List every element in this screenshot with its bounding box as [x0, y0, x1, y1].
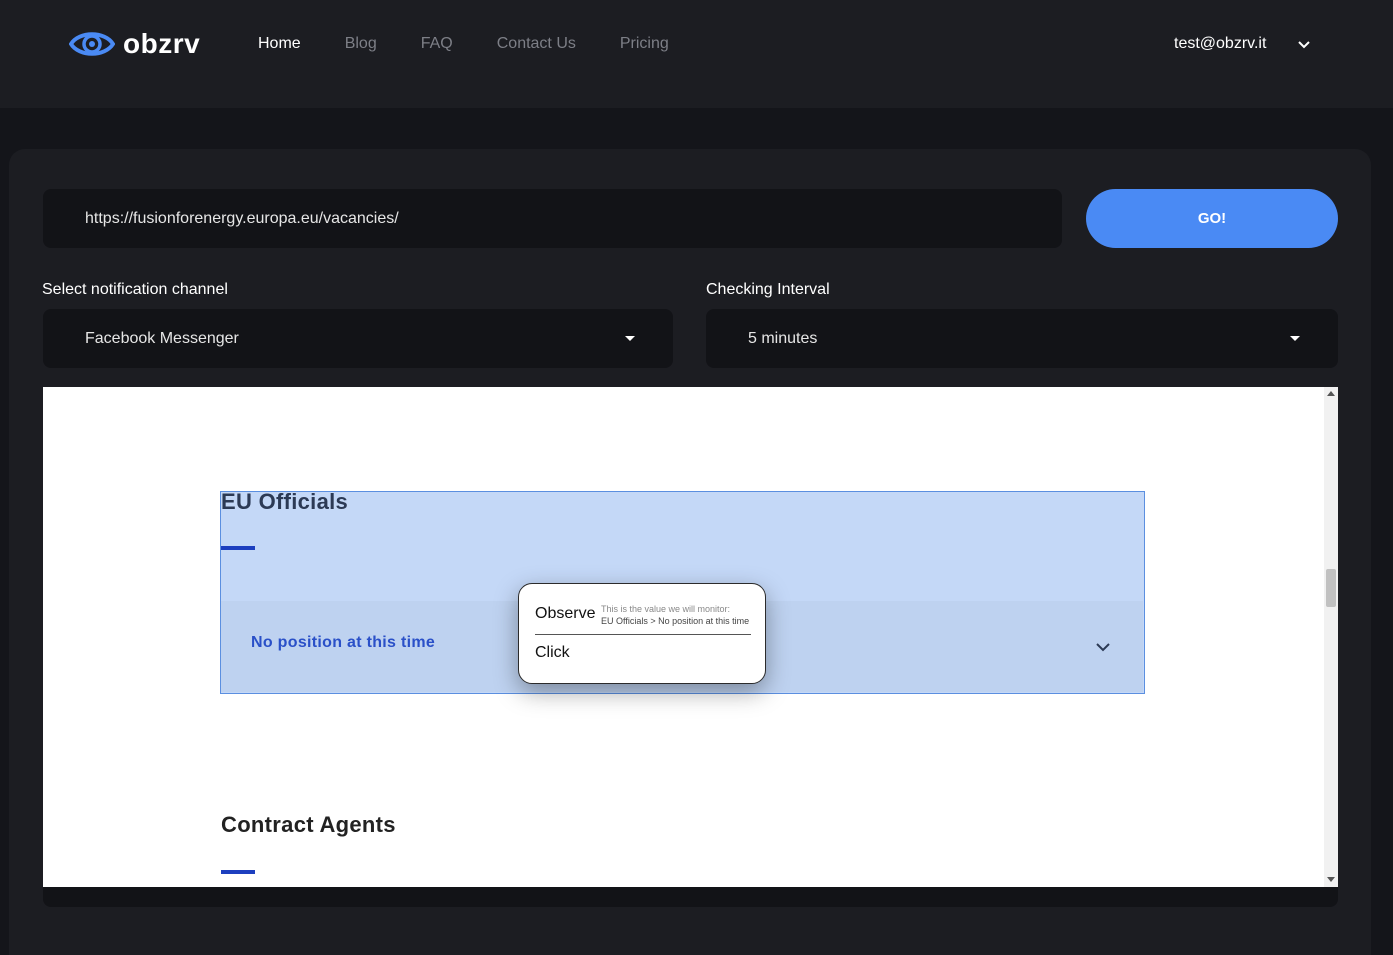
- caret-down-icon: [1290, 336, 1300, 341]
- preview-scrollbar[interactable]: [1324, 387, 1338, 887]
- nav-faq[interactable]: FAQ: [421, 34, 453, 54]
- popup-divider: [535, 634, 751, 635]
- interval-select-value: 5 minutes: [748, 329, 818, 347]
- url-input[interactable]: https://fusionforenergy.europa.eu/vacanc…: [43, 189, 1062, 248]
- title-underline: [221, 870, 255, 874]
- logo-text: obzrv: [123, 28, 201, 59]
- observe-hint: This is the value we will monitor:: [601, 604, 731, 614]
- logo[interactable]: obzrv: [69, 26, 200, 62]
- chevron-down-icon[interactable]: [1095, 639, 1111, 655]
- go-button[interactable]: GO!: [1086, 189, 1338, 248]
- section-title-eu-officials: EU Officials: [221, 489, 349, 514]
- action-popup: Observe This is the value we will monito…: [518, 583, 766, 684]
- main-nav: Home Blog FAQ Contact Us Pricing: [258, 34, 713, 54]
- channel-select-value: Facebook Messenger: [85, 329, 239, 347]
- nav-contact-us[interactable]: Contact Us: [497, 34, 576, 54]
- nav-blog[interactable]: Blog: [345, 34, 377, 54]
- top-header: obzrv Home Blog FAQ Contact Us Pricing t…: [0, 0, 1393, 108]
- scroll-thumb[interactable]: [1326, 569, 1336, 607]
- section-title-contract-agents: Contract Agents: [221, 812, 396, 837]
- nav-home[interactable]: Home: [258, 34, 301, 54]
- nav-pricing[interactable]: Pricing: [620, 34, 669, 54]
- caret-down-icon: [625, 336, 635, 341]
- interval-select[interactable]: 5 minutes: [706, 309, 1338, 368]
- eye-logo-icon: [69, 32, 115, 56]
- chevron-down-icon[interactable]: [1297, 38, 1311, 52]
- observe-value: EU Officials > No position at this time: [601, 616, 750, 626]
- click-option[interactable]: Click: [535, 644, 570, 662]
- channel-label: Select notification channel: [42, 281, 228, 298]
- scroll-up-icon[interactable]: [1327, 391, 1335, 396]
- observe-option[interactable]: Observe: [535, 605, 595, 623]
- interval-label: Checking Interval: [706, 281, 830, 298]
- preview-frame-footer: [43, 887, 1338, 907]
- channel-select[interactable]: Facebook Messenger: [43, 309, 673, 368]
- scroll-down-icon[interactable]: [1327, 877, 1335, 882]
- user-email[interactable]: test@obzrv.it: [1174, 34, 1266, 54]
- title-underline: [221, 546, 255, 550]
- accordion-label: No position at this time: [251, 634, 436, 651]
